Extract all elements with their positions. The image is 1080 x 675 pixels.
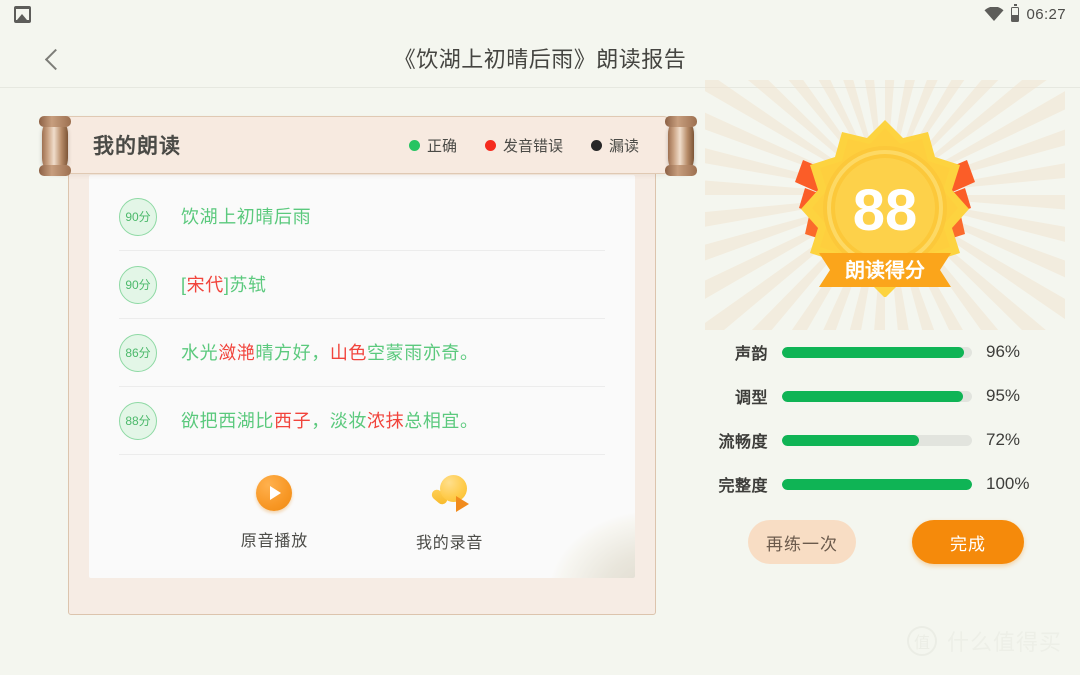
play-original-action[interactable]: 原音播放 [241,475,308,553]
reading-paper: 90分 饮湖上初晴后雨 90分 [宋代]苏轼 86分 水光潋滟晴方好，山色空蒙雨亦奇。 88… [89,175,635,578]
app-root: 06:27 《饮湖上初晴后雨》朗读报告 90分 饮湖上初晴后雨 90分 [宋代]苏轼 8… [0,0,1080,675]
metric-progress-track [782,390,972,402]
metric-value: 95% [986,386,1021,405]
verse-segment-error: 潋滟 [218,342,256,363]
wifi-icon [984,7,1004,21]
verse-segment-correct: 总相宜。 [404,410,479,431]
verse-segment-correct: ，淡妆 [311,410,368,431]
metric-label: 调型 [734,390,768,407]
score-panel: 88 朗读得分 声韵 96% 调型 95% 流畅度 72% 完整度 100% 再练一次 完成 [690,80,1080,675]
verse-segment-correct: 晴方好， [255,342,330,363]
finish-button[interactable]: 完成 [912,520,1024,564]
metric-progress-fill [782,346,965,358]
metric-progress-track [782,434,972,446]
legend-label: 漏读 [608,137,639,155]
play-circle-icon [256,475,293,511]
legend-dot-icon [484,139,496,151]
verse-text: 欲把西湖比西子，淡妆浓抹总相宜。 [181,412,479,430]
verse-segment-error: 浓抹 [367,410,405,431]
watermark-text: 什么值得买 [946,630,1062,655]
verse-list: 90分 饮湖上初晴后雨 90分 [宋代]苏轼 86分 水光潋滟晴方好，山色空蒙雨亦奇。 88… [89,183,635,455]
verse-text: 水光潋滟晴方好，山色空蒙雨亦奇。 [181,344,479,362]
action-buttons: 再练一次 完成 [748,520,1024,564]
metric-row: 流畅度 72% [690,418,1080,462]
verse-segment-correct: 饮湖上初晴后雨 [181,206,312,227]
metric-progress-track [782,346,972,358]
score-badge: 88 朗读得分 [690,80,1080,330]
metric-row: 调型 95% [690,374,1080,418]
verse-row[interactable]: 88分 欲把西湖比西子，淡妆浓抹总相宜。 [119,387,605,455]
legend-dot-icon [590,139,602,151]
status-bar-left [14,5,31,23]
metric-progress-fill [782,390,963,402]
verse-row[interactable]: 90分 饮湖上初晴后雨 [119,183,605,251]
page-title: 《饮湖上初晴后雨》朗读报告 [393,47,687,72]
play-triangle-icon [270,486,282,500]
battery-icon [1011,3,1020,22]
legend-item: 发音错误 [484,135,563,156]
verse-segment-correct: ]苏轼 [223,274,267,295]
legend-label: 正确 [426,137,457,155]
audio-action-label: 我的录音 [416,535,484,552]
back-button[interactable] [34,38,76,80]
verse-text: 饮湖上初晴后雨 [181,208,311,226]
legend-dot-icon [408,139,420,151]
verse-score-badge: 88分 [119,401,157,440]
scroll-roller-left [39,116,71,176]
verse-segment-error: 西子 [274,410,312,431]
verse-segment-correct: 空蒙雨亦奇。 [367,342,479,363]
image-icon [14,5,31,23]
watermark: 值 什么值得买 [906,625,1062,657]
metric-row: 声韵 96% [690,330,1080,374]
scroll-roller-right [665,116,697,176]
status-bar-right: 06:27 [984,3,1066,23]
verse-row[interactable]: 86分 水光潋滟晴方好，山色空蒙雨亦奇。 [119,319,605,387]
legend-item: 正确 [408,135,457,156]
practice-again-button[interactable]: 再练一次 [748,520,856,564]
legend-label: 发音错误 [502,137,563,155]
metrics-list: 声韵 96% 调型 95% 流畅度 72% 完整度 100% [690,330,1080,506]
verse-segment-error: 宋代 [186,274,224,295]
metric-value: 96% [986,342,1021,361]
reading-card-title: 我的朗读 [93,135,181,158]
verse-row[interactable]: 90分 [宋代]苏轼 [119,251,605,319]
verse-segment-correct: 水光 [181,342,219,363]
page-curl-decoration [515,486,635,578]
metric-value: 100% [986,474,1030,493]
audio-action-label: 原音播放 [240,533,308,550]
watermark-logo-icon: 值 [906,626,937,656]
metric-progress-track [782,478,972,490]
metric-value: 72% [986,430,1021,449]
reading-scroll-card: 90分 饮湖上初晴后雨 90分 [宋代]苏轼 86分 水光潋滟晴方好，山色空蒙雨亦奇。 88… [68,120,656,615]
metric-label: 流畅度 [718,434,768,451]
score-value: 88 [853,178,918,243]
verse-score-badge: 86分 [119,333,157,372]
legend-item: 漏读 [590,135,639,156]
color-legend: 正确 发音错误 漏读 [408,135,639,156]
chevron-left-icon [44,48,66,70]
status-bar-clock: 06:27 [1026,5,1066,23]
my-recording-action[interactable]: 我的录音 [416,475,483,553]
status-bar: 06:27 [0,0,1080,28]
metric-row: 完整度 100% [690,462,1080,506]
metric-progress-fill [782,478,972,490]
metric-progress-fill [782,434,919,446]
verse-segment-error: 山色 [329,342,368,363]
metric-label: 完整度 [718,478,768,495]
medal-icon: 88 朗读得分 [795,120,975,297]
verse-score-badge: 90分 [119,197,157,236]
verse-segment-correct: 欲把西湖比 [181,410,274,431]
reading-card-header: 我的朗读 正确 发音错误 漏读 [54,116,672,174]
verse-score-badge: 90分 [119,265,157,304]
top-nav-bar: 《饮湖上初晴后雨》朗读报告 [0,28,1080,88]
metric-label: 声韵 [734,346,768,363]
verse-text: [宋代]苏轼 [181,276,267,294]
rec-play-part [455,496,469,512]
score-caption: 朗读得分 [845,258,925,282]
microphone-play-icon [429,475,470,513]
